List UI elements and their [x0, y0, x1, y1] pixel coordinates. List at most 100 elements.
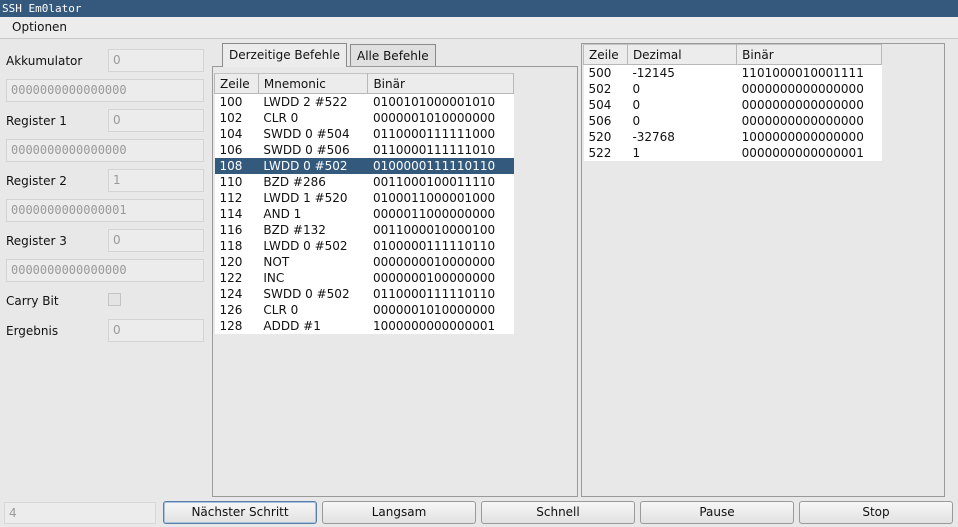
carry-label: Carry Bit: [6, 294, 59, 308]
memory-cell: 0000000000000000: [736, 97, 882, 113]
r1-label: Register 1: [6, 114, 67, 128]
r1-value-field[interactable]: 0: [108, 109, 204, 132]
program-cell: 100: [214, 93, 259, 110]
menu-options[interactable]: Optionen: [12, 20, 67, 34]
slow-button[interactable]: Langsam: [322, 501, 476, 524]
program-cell: SWDD 0 #504: [258, 126, 368, 142]
program-cell: 124: [214, 286, 259, 302]
program-row[interactable]: 126 CLR 0 0000001010000000: [214, 302, 514, 318]
program-cell: 0011000100011110: [367, 174, 514, 190]
memory-cell: 0000000000000000: [736, 81, 882, 97]
mem-col-header-binary[interactable]: Binär: [736, 44, 882, 65]
memory-cell: 502: [583, 81, 628, 97]
mem-col-header-decimal[interactable]: Dezimal: [626, 44, 738, 65]
next-step-button[interactable]: Nächster Schritt: [163, 501, 317, 524]
akku-value-field[interactable]: 0: [108, 49, 204, 72]
memory-cell: -32768: [627, 129, 737, 145]
mem-col-header-zeile[interactable]: Zeile: [583, 44, 628, 65]
r3-value-field[interactable]: 0: [108, 229, 204, 252]
result-field[interactable]: 0: [108, 319, 204, 342]
akku-binary-field[interactable]: 0000000000000000: [6, 79, 204, 102]
memory-table: Zeile Dezimal Binär 500 -12145 11010000100…: [583, 44, 882, 161]
memory-cell: 1: [627, 145, 737, 161]
program-cell: SWDD 0 #502: [258, 286, 368, 302]
program-cell: LWDD 1 #520: [258, 190, 368, 206]
program-cell: 120: [214, 254, 259, 270]
memory-row[interactable]: 502 0 0000000000000000: [583, 81, 882, 97]
program-cell: 0011000010000100: [367, 222, 514, 238]
memory-row[interactable]: 520 -32768 1000000000000000: [583, 129, 882, 145]
memory-cell: 506: [583, 113, 628, 129]
memory-row[interactable]: 506 0 0000000000000000: [583, 113, 882, 129]
memory-cell: 520: [583, 129, 628, 145]
memory-cell: 1101000010001111: [736, 64, 882, 81]
program-cell: 110: [214, 174, 259, 190]
memory-row[interactable]: 500 -12145 1101000010001111: [583, 64, 882, 81]
program-cell: ADDD #1: [258, 318, 368, 334]
program-row[interactable]: 116 BZD #132 0011000010000100: [214, 222, 514, 238]
memory-cell: 522: [583, 145, 628, 161]
program-cell: 104: [214, 126, 259, 142]
memory-cell: 0: [627, 97, 737, 113]
program-cell: NOT: [258, 254, 368, 270]
memory-row[interactable]: 504 0 0000000000000000: [583, 97, 882, 113]
menubar: Optionen: [0, 17, 958, 39]
program-cell: 118: [214, 238, 259, 254]
program-row[interactable]: 102 CLR 0 0000001010000000: [214, 110, 514, 126]
tab-current-commands[interactable]: Derzeitige Befehle: [222, 43, 347, 67]
program-cell: 0110000111111000: [367, 126, 514, 142]
program-cell: CLR 0: [258, 110, 368, 126]
program-cell: LWDD 2 #522: [258, 93, 368, 110]
program-cell: 112: [214, 190, 259, 206]
program-row[interactable]: 124 SWDD 0 #502 0110000111110110: [214, 286, 514, 302]
r2-value-field[interactable]: 1: [108, 169, 204, 192]
tab-all-commands[interactable]: Alle Befehle: [350, 44, 436, 66]
program-row[interactable]: 104 SWDD 0 #504 0110000111111000: [214, 126, 514, 142]
program-cell: 0000000100000000: [367, 270, 514, 286]
program-cell: 126: [214, 302, 259, 318]
program-cell: INC: [258, 270, 368, 286]
program-cell: 0000000010000000: [367, 254, 514, 270]
program-cell: 0100101000001010: [367, 93, 514, 110]
program-cell: 116: [214, 222, 259, 238]
memory-cell: -12145: [627, 64, 737, 81]
program-cell: 106: [214, 142, 259, 158]
program-row[interactable]: 100 LWDD 2 #522 0100101000001010: [214, 93, 514, 110]
col-header-zeile[interactable]: Zeile: [214, 73, 259, 94]
program-row[interactable]: 106 SWDD 0 #506 0110000111111010: [214, 142, 514, 158]
col-header-binary[interactable]: Binär: [367, 73, 514, 94]
program-row[interactable]: 110 BZD #286 0011000100011110: [214, 174, 514, 190]
r1-binary-field[interactable]: 0000000000000000: [6, 139, 204, 162]
col-header-mnemonic[interactable]: Mnemonic: [257, 73, 369, 94]
program-row[interactable]: 108 LWDD 0 #502 0100000111110110: [214, 158, 514, 174]
r2-binary-field[interactable]: 0000000000000001: [6, 199, 204, 222]
memory-cell: 504: [583, 97, 628, 113]
program-cell: 1000000000000001: [367, 318, 514, 334]
carry-checkbox[interactable]: [108, 293, 121, 306]
program-cell: BZD #132: [258, 222, 368, 238]
program-row[interactable]: 122 INC 0000000100000000: [214, 270, 514, 286]
program-cell: 108: [214, 158, 259, 174]
program-cell: 0100011000001000: [367, 190, 514, 206]
r3-binary-field[interactable]: 0000000000000000: [6, 259, 204, 282]
program-cell: 122: [214, 270, 259, 286]
program-cell: LWDD 0 #502: [258, 238, 368, 254]
program-row[interactable]: 128 ADDD #1 1000000000000001: [214, 318, 514, 334]
program-row[interactable]: 120 NOT 0000000010000000: [214, 254, 514, 270]
status-field[interactable]: 4: [4, 502, 156, 524]
memory-cell: 0000000000000000: [736, 113, 882, 129]
memory-row[interactable]: 522 1 0000000000000001: [583, 145, 882, 161]
memory-cell: 500: [583, 64, 628, 81]
memory-cell: 1000000000000000: [736, 129, 882, 145]
memory-cell: 0000000000000001: [736, 145, 882, 161]
program-row[interactable]: 114 AND 1 0000011000000000: [214, 206, 514, 222]
program-row[interactable]: 112 LWDD 1 #520 0100011000001000: [214, 190, 514, 206]
program-row[interactable]: 118 LWDD 0 #502 0100000111110110: [214, 238, 514, 254]
program-cell: BZD #286: [258, 174, 368, 190]
fast-button[interactable]: Schnell: [481, 501, 635, 524]
program-cell: SWDD 0 #506: [258, 142, 368, 158]
stop-button[interactable]: Stop: [799, 501, 953, 524]
memory-cell: 0: [627, 81, 737, 97]
pause-button[interactable]: Pause: [640, 501, 794, 524]
program-cell: 128: [214, 318, 259, 334]
